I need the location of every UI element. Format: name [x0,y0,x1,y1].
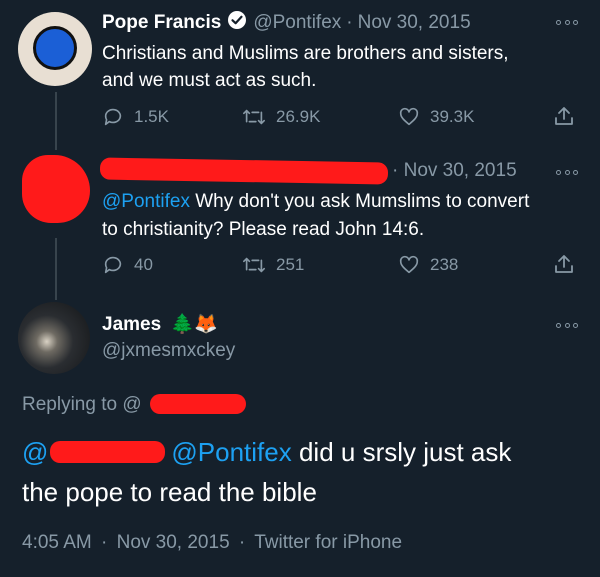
tweet-text-line: the pope to read the bible [22,477,317,507]
retweet-icon [243,109,265,125]
like-button[interactable]: 39.3K [398,106,474,128]
separator: · [238,532,246,553]
tweet-text-line: Why don't you ask Mumslims to convert [189,191,530,212]
author-handle[interactable]: @Pontifex [253,12,341,34]
avatar-james[interactable] [18,302,90,374]
tweet-client[interactable]: Twitter for iPhone [254,532,402,553]
replying-to: Replying to @ [22,394,142,416]
more-options-icon[interactable] [556,318,578,332]
verified-icon [227,10,247,36]
retweet-button[interactable]: 26.9K [242,106,320,128]
mention-link-pontifex[interactable]: @Pontifex [171,437,291,467]
tweet-text: @Pontifex Why don't you ask Mumslims to … [102,188,529,244]
retweet-count: 26.9K [276,107,321,126]
thread-line [55,92,57,150]
tweet-text: @ @Pontifex did u srsly just ask the pope… [22,432,511,512]
tweet-time[interactable]: 4:05 AM [22,532,92,553]
share-icon [555,107,573,125]
reply-icon [104,256,122,274]
reply-count: 1.5K [134,107,169,126]
tweet-date[interactable]: Nov 30, 2015 [358,12,471,34]
heart-icon [399,107,419,126]
share-button[interactable] [552,252,576,276]
retweet-icon [243,257,265,273]
tweet-meta: 4:05 AM · Nov 30, 2015 · Twitter for iPh… [22,532,402,554]
avatar-redacted[interactable] [22,155,90,223]
tweet1-header: Pope Francis @Pontifex · Nov 30, 2015 [102,10,471,36]
retweet-button[interactable]: 251 [242,254,304,276]
tweet-text: Christians and Muslims are brothers and … [102,40,509,94]
like-button[interactable]: 238 [398,254,458,276]
avatar-pope-francis[interactable] [18,12,92,86]
tweet-date[interactable]: · Nov 30, 2015 [392,160,517,182]
redacted-name [99,157,389,185]
mention-link[interactable]: @ [22,437,48,467]
author-handle[interactable]: @jxmesmxckey [102,340,235,362]
reply-count: 40 [134,255,153,274]
redacted-mention [50,441,166,463]
heart-icon [399,255,419,274]
tweet-date[interactable]: Nov 30, 2015 [117,532,230,553]
redacted-replying-handle [150,394,246,414]
tweet-text-line: did u srsly just ask [291,437,512,467]
tweet-text-line: and we must act as such. [102,70,317,91]
replying-to-label: Replying to @ [22,394,142,415]
reply-icon [104,108,122,126]
share-icon [555,255,573,273]
more-options-icon[interactable] [556,165,578,179]
mention-link[interactable]: @Pontifex [102,191,190,212]
tweet-text-line: Christians and Muslims are brothers and … [102,43,509,64]
separator: · [346,12,353,33]
share-button[interactable] [552,104,576,128]
like-count: 238 [430,255,459,274]
retweet-count: 251 [276,255,305,274]
tweet3-header: James 🌲🦊 [102,312,218,336]
thread-line [55,238,57,300]
like-count: 39.3K [430,107,475,126]
author-emoji: 🌲🦊 [170,314,218,335]
reply-button[interactable]: 1.5K [102,106,169,128]
separator: · [101,532,108,553]
reply-button[interactable]: 40 [102,254,153,276]
author-name[interactable]: Pope Francis [102,12,221,34]
more-options-icon[interactable] [556,15,578,29]
author-name[interactable]: James [102,314,161,335]
tweet-text-line: to christianity? Please read John 14:6. [102,219,425,240]
